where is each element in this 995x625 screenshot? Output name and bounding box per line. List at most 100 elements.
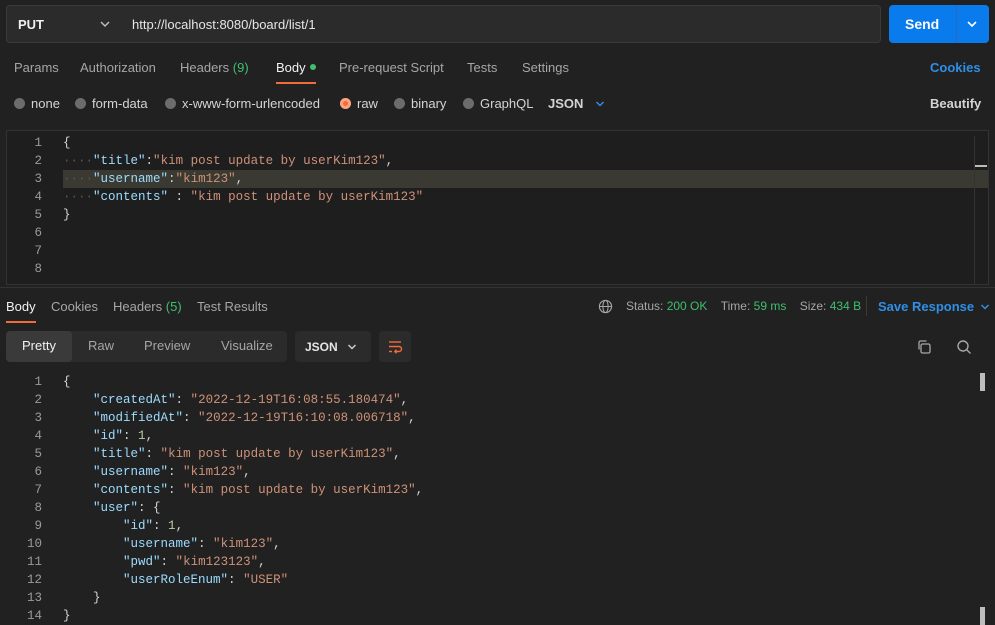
chevron-down-icon[interactable] — [965, 17, 979, 31]
code-line: "title": "kim post update by userKim123"… — [93, 447, 401, 461]
contents-value: kim post update by userKim123 — [198, 190, 416, 204]
line-number: 6 — [34, 226, 42, 240]
view-preview[interactable]: Preview — [144, 338, 190, 353]
radio-graphql[interactable]: GraphQL — [463, 96, 533, 111]
response-format-select[interactable]: JSON — [295, 331, 371, 362]
url-input[interactable]: http://localhost:8080/board/list/1 — [121, 5, 881, 43]
response-tab-body[interactable]: Body — [6, 299, 36, 314]
line-number: 7 — [34, 483, 42, 497]
tab-body[interactable]: Body — [276, 60, 316, 75]
line-number: 2 — [34, 393, 42, 407]
url-text: http://localhost:8080/board/list/1 — [132, 16, 316, 32]
time-label: Time: — [720, 299, 751, 313]
search-icon[interactable] — [956, 339, 972, 355]
view-pretty[interactable]: Pretty — [22, 338, 56, 353]
tab-authorization[interactable]: Authorization — [80, 60, 156, 75]
send-divider — [956, 5, 957, 43]
time-value[interactable]: 59 ms — [754, 299, 787, 313]
radio-dot-selected — [340, 98, 351, 109]
send-button[interactable]: Send — [889, 5, 989, 43]
raw-format-select[interactable]: JSON — [548, 96, 605, 111]
user-role-value: USER — [250, 573, 281, 587]
response-scrollbar-top[interactable] — [980, 373, 985, 391]
radio-dot — [394, 98, 405, 109]
size-value[interactable]: 434 B — [830, 299, 861, 313]
response-headers-count: (5) — [165, 299, 182, 314]
radio-dot — [14, 98, 25, 109]
code-line: "createdAt": "2022-12-19T16:08:55.180474… — [93, 393, 409, 407]
line-number: 11 — [26, 555, 42, 569]
response-tab-headers[interactable]: Headers (5) — [113, 299, 182, 314]
code-line: "userRoleEnum": "USER" — [123, 573, 289, 587]
wrap-lines-icon — [389, 341, 403, 354]
code-line: { — [63, 136, 71, 150]
save-response-button[interactable]: Save Response — [878, 299, 990, 314]
radio-dot — [165, 98, 176, 109]
username-value: kim123 — [190, 465, 236, 479]
response-tab-test-results[interactable]: Test Results — [197, 299, 268, 314]
radio-none[interactable]: none — [14, 96, 60, 111]
tab-prerequest-script[interactable]: Pre-request Script — [339, 60, 444, 75]
code-line: "pwd": "kim123123", — [123, 555, 266, 569]
line-number: 1 — [34, 375, 42, 389]
tab-params[interactable]: Params — [14, 60, 59, 75]
tab-headers-count: (9) — [232, 60, 249, 75]
view-raw[interactable]: Raw — [88, 338, 114, 353]
response-view-toggle: Pretty Raw Preview Visualize — [6, 331, 287, 362]
tab-settings[interactable]: Settings — [522, 60, 569, 75]
code-line: ····"title":"kim post update by userKim1… — [63, 154, 394, 168]
status-label: Status: — [626, 299, 664, 313]
line-number: 5 — [34, 208, 42, 222]
cookies-link[interactable]: Cookies — [930, 60, 981, 75]
active-tab-underline — [276, 82, 316, 84]
user-username-value: kim123 — [220, 537, 266, 551]
tab-headers-label: Headers — [180, 60, 230, 75]
editor-scroll-track — [974, 136, 975, 284]
response-tab-cookies[interactable]: Cookies — [51, 299, 98, 314]
copy-icon[interactable] — [916, 339, 932, 355]
line-number: 14 — [26, 609, 42, 623]
method-label: PUT — [18, 16, 44, 32]
user-id-value: 1 — [168, 519, 176, 533]
radio-none-label: none — [31, 96, 60, 111]
chevron-down-icon — [100, 21, 110, 28]
chevron-down-icon — [981, 303, 990, 310]
line-number: 12 — [26, 573, 42, 587]
line-number: 5 — [34, 447, 42, 461]
globe-icon[interactable] — [598, 299, 613, 314]
radio-raw-label: raw — [357, 96, 378, 111]
wrap-lines-button[interactable] — [379, 331, 411, 362]
radio-dot — [75, 98, 86, 109]
line-number: 1 — [34, 136, 42, 150]
code-line: } — [63, 208, 71, 222]
radio-binary-label: binary — [411, 96, 447, 111]
tab-tests[interactable]: Tests — [467, 60, 497, 75]
view-visualize[interactable]: Visualize — [221, 338, 273, 353]
code-line: ····"contents" : "kim post update by use… — [63, 190, 424, 204]
radio-binary[interactable]: binary — [394, 96, 446, 111]
id-value: 1 — [138, 429, 146, 443]
line-number: 2 — [34, 154, 42, 168]
title-value: kim post update by userKim123 — [160, 154, 379, 168]
tab-headers[interactable]: Headers (9) — [180, 60, 249, 75]
radio-dot — [463, 98, 474, 109]
response-tab-headers-label: Headers — [113, 299, 163, 314]
beautify-link[interactable]: Beautify — [930, 96, 981, 111]
editor-scrollbar[interactable] — [975, 165, 987, 167]
radio-form-data-label: form-data — [92, 96, 148, 111]
response-format-label: JSON — [305, 340, 338, 354]
user-pwd-value: kim123123 — [183, 555, 251, 569]
line-number: 4 — [34, 190, 42, 204]
radio-urlencoded[interactable]: x-www-form-urlencoded — [165, 96, 320, 111]
radio-raw[interactable]: raw — [340, 96, 378, 111]
pane-divider[interactable] — [0, 287, 995, 288]
tab-body-label: Body — [276, 60, 306, 75]
status-value[interactable]: 200 OK — [667, 299, 708, 313]
response-scrollbar-bottom[interactable] — [980, 607, 985, 625]
radio-form-data[interactable]: form-data — [75, 96, 148, 111]
code-line: "id": 1, — [93, 429, 154, 443]
method-select[interactable]: PUT — [6, 5, 122, 43]
line-number: 8 — [34, 262, 42, 276]
code-line: } — [63, 591, 101, 605]
size-label: Size: — [799, 299, 827, 313]
